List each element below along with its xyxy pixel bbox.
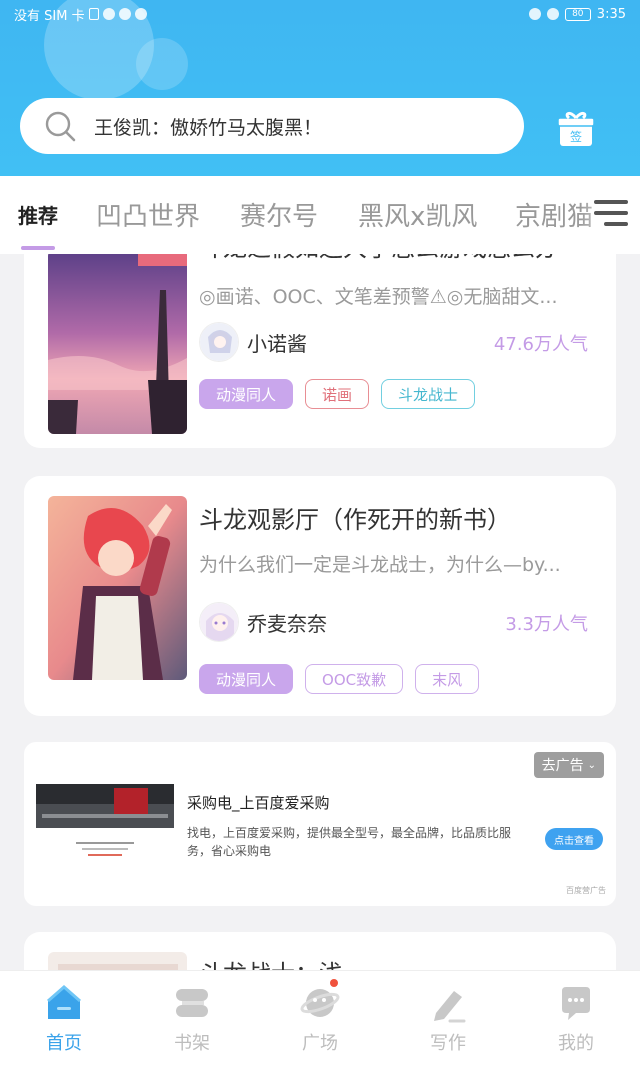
book-cover xyxy=(48,952,187,970)
active-tab-indicator xyxy=(21,246,55,250)
ad-image[interactable] xyxy=(36,784,174,864)
search-placeholder: 王俊凯：傲娇竹马太腹黑！ xyxy=(94,116,323,139)
author-avatar xyxy=(199,322,239,362)
tag-list: 动漫同人 诺画 斗龙战士 xyxy=(199,379,476,409)
book-description: 为什么我们一定是斗龙战士，为什么—by... xyxy=(199,554,561,576)
nav-plaza[interactable]: 广场 xyxy=(280,979,360,1055)
eye-icon xyxy=(528,8,541,20)
clock: 3:35 xyxy=(596,6,626,22)
wifi-icon xyxy=(102,8,115,20)
ad-source: 百度营广告 xyxy=(566,886,606,895)
book-card[interactable]: 斗龙之假如运大了怎么游戏怎么办 ◎画诺、OOC、文笔差预警⚠◎无脑甜文... 小… xyxy=(24,254,616,448)
tab-recommend[interactable]: 推荐 xyxy=(18,200,58,229)
book-card[interactable]: 斗龙战士：浅 xyxy=(24,932,616,970)
nav-bookshelf[interactable]: 书架 xyxy=(152,983,232,1055)
nav-label: 写作 xyxy=(430,1033,466,1054)
nav-label: 广场 xyxy=(302,1033,338,1054)
nav-mine[interactable]: 我的 xyxy=(536,983,616,1055)
ad-card[interactable]: 去广告 ⌄ 采购电_上百度爱采购 找电，上百度爱采购，提供最全型号，最全品牌，比… xyxy=(24,742,616,906)
chevron-down-icon: ⌄ xyxy=(587,759,596,771)
popularity-count: 3.3万人气 xyxy=(505,614,588,635)
search-icon xyxy=(45,111,76,142)
book-cover xyxy=(48,254,187,434)
tag[interactable]: OOC致歉 xyxy=(305,664,404,694)
gift-label: 签 xyxy=(570,129,582,144)
book-title[interactable]: 斗龙之假如运大了怎么游戏怎么办 xyxy=(199,254,559,263)
tag[interactable]: 末风 xyxy=(415,664,480,694)
decor-bubble xyxy=(136,38,188,90)
nav-label: 书架 xyxy=(174,1033,210,1054)
author-row[interactable]: 小诺酱 xyxy=(199,322,307,362)
nav-label: 我的 xyxy=(558,1033,594,1054)
ad-title[interactable]: 采购电_上百度爱采购 xyxy=(187,792,330,813)
app-notification-icon xyxy=(118,8,131,20)
author-name: 小诺酱 xyxy=(247,331,307,356)
pen-icon xyxy=(428,983,468,1023)
category-menu-icon[interactable] xyxy=(594,200,628,230)
author-name: 乔麦奈奈 xyxy=(247,611,327,636)
mute-icon xyxy=(546,8,559,20)
search-bar[interactable]: 王俊凯：傲娇竹马太腹黑！ xyxy=(20,98,524,154)
battery-icon: 80 xyxy=(564,7,591,21)
nav-label: 首页 xyxy=(46,1033,82,1054)
author-avatar xyxy=(199,602,239,642)
bottom-nav: 首页 书架 广场 写作 我的 xyxy=(0,970,640,1067)
book-cover xyxy=(48,496,187,680)
bookshelf-icon xyxy=(172,983,212,1023)
battery-level: 80 xyxy=(572,9,584,19)
status-bar: 没有 SIM 卡 80 3:35 xyxy=(0,0,640,28)
tag[interactable]: 动漫同人 xyxy=(199,664,294,694)
header: 没有 SIM 卡 80 3:35 王俊凯：傲娇竹马太腹黑！ 签 xyxy=(0,0,640,180)
notification-badge xyxy=(330,979,338,987)
nav-home[interactable]: 首页 xyxy=(24,983,104,1055)
ad-view-button[interactable]: 点击查看 xyxy=(545,828,603,850)
book-title[interactable]: 斗龙观影厅（作死开的新书） xyxy=(199,500,511,535)
book-feed: 斗龙之假如运大了怎么游戏怎么办 ◎画诺、OOC、文笔差预警⚠◎无脑甜文... 小… xyxy=(0,254,640,970)
chat-bubble-icon xyxy=(556,983,596,1023)
remove-ad-button[interactable]: 去广告 ⌄ xyxy=(533,752,604,778)
tab-aotu-world[interactable]: 凹凸世界 xyxy=(96,196,200,233)
planet-icon xyxy=(300,979,340,1023)
gift-checkin-icon[interactable]: 签 xyxy=(556,108,596,148)
sim-status: 没有 SIM 卡 xyxy=(14,8,85,24)
ad-description: 找电，上百度爱采购，提供最全型号，最全品牌，比品质比服务，省心采购电 xyxy=(187,826,512,858)
category-tabs: 推荐 凹凸世界 赛尔号 黑风x凯风 京剧猫 xyxy=(0,176,640,254)
tab-heifeng-kaifeng[interactable]: 黑风x凯风 xyxy=(358,196,477,233)
popularity-count: 47.6万人气 xyxy=(493,334,588,355)
tag-list: 动漫同人 OOC致歉 末风 xyxy=(199,664,480,694)
book-card[interactable]: 斗龙观影厅（作死开的新书） 为什么我们一定是斗龙战士，为什么—by... 乔麦奈… xyxy=(24,476,616,716)
sim-icon xyxy=(88,8,99,20)
tag[interactable]: 动漫同人 xyxy=(199,379,294,409)
tag[interactable]: 诺画 xyxy=(305,379,370,409)
author-row[interactable]: 乔麦奈奈 xyxy=(199,602,327,642)
app-notification-icon xyxy=(134,8,147,20)
home-icon xyxy=(44,983,84,1023)
book-description: ◎画诺、OOC、文笔差预警⚠◎无脑甜文... xyxy=(199,286,558,308)
tag[interactable]: 斗龙战士 xyxy=(381,379,476,409)
remove-ad-label: 去广告 xyxy=(541,758,584,774)
book-title[interactable]: 斗龙战士：浅 xyxy=(199,954,343,970)
tab-seer[interactable]: 赛尔号 xyxy=(240,196,318,233)
nav-write[interactable]: 写作 xyxy=(408,983,488,1055)
